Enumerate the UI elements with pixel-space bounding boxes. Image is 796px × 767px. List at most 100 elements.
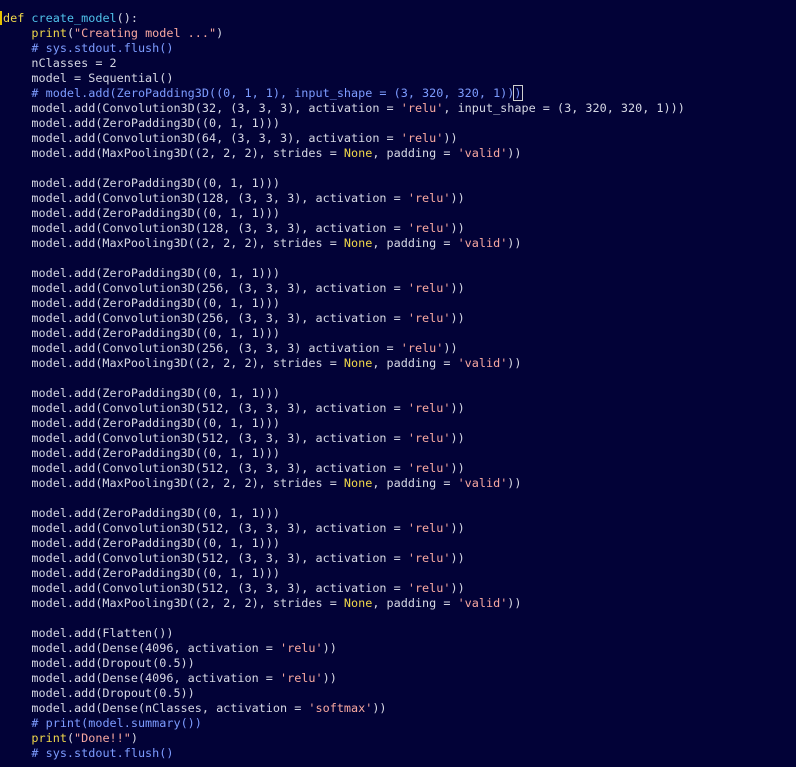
code-line[interactable]: model.add(ZeroPadding3D((0, 1, 1))) [3, 566, 685, 581]
code-token-plain: nClasses = 2 [3, 56, 117, 70]
code-token-plain: model.add(ZeroPadding3D((0, 1, 1))) [3, 386, 280, 400]
code-line[interactable]: model.add(Convolution3D(256, (3, 3, 3), … [3, 281, 685, 296]
matched-bracket: ) [513, 85, 523, 101]
code-token-plain: model.add(Convolution3D(512, (3, 3, 3), … [3, 551, 408, 565]
code-token-plain: )) [450, 461, 465, 475]
code-token-plain: ( [66, 26, 75, 40]
code-token-plain: )) [507, 356, 522, 370]
code-line[interactable]: model.add(MaxPooling3D((2, 2, 2), stride… [3, 236, 685, 251]
code-line[interactable]: def create_model(): [3, 11, 685, 26]
code-token-plain: )) [372, 701, 387, 715]
code-token-str: 'relu' [407, 191, 451, 205]
code-token-plain: model.add(MaxPooling3D((2, 2, 2), stride… [3, 236, 344, 250]
code-line[interactable]: model.add(ZeroPadding3D((0, 1, 1))) [3, 296, 685, 311]
code-line[interactable]: model.add(Dense(4096, activation = 'relu… [3, 641, 685, 656]
code-token-str: 'relu' [407, 221, 451, 235]
code-line[interactable] [3, 251, 685, 266]
code-line[interactable]: model.add(MaxPooling3D((2, 2, 2), stride… [3, 596, 685, 611]
code-token-plain: model.add(MaxPooling3D((2, 2, 2), stride… [3, 146, 344, 160]
code-line[interactable]: model.add(Dropout(0.5)) [3, 686, 685, 701]
code-token-plain: model.add(ZeroPadding3D((0, 1, 1))) [3, 446, 280, 460]
code-line[interactable]: model.add(Convolution3D(32, (3, 3, 3), a… [3, 101, 684, 116]
code-token-const: None [343, 146, 373, 160]
code-area[interactable]: def create_model(): print("Creating mode… [3, 11, 685, 761]
code-line[interactable]: model.add(ZeroPadding3D((0, 1, 1))) [3, 536, 685, 551]
code-line[interactable]: model.add(Convolution3D(512, (3, 3, 3), … [3, 431, 685, 446]
code-token-str: "Done!!" [74, 731, 131, 745]
code-line[interactable]: model.add(ZeroPadding3D((0, 1, 1))) [3, 266, 685, 281]
code-line[interactable]: model.add(Convolution3D(128, (3, 3, 3), … [3, 191, 685, 206]
code-line[interactable]: model.add(ZeroPadding3D((0, 1, 1))) [3, 326, 685, 341]
code-line[interactable]: print("Done!!") [3, 731, 685, 746]
code-line[interactable]: model.add(MaxPooling3D((2, 2, 2), stride… [3, 476, 685, 491]
code-line[interactable]: model.add(Flatten()) [3, 626, 685, 641]
code-line[interactable]: # sys.stdout.flush() [3, 41, 685, 56]
code-token-plain: ) [130, 731, 138, 745]
text-caret [521, 86, 523, 99]
code-line[interactable]: model.add(ZeroPadding3D((0, 1, 1))) [3, 206, 685, 221]
code-line[interactable]: model.add(Convolution3D(256, (3, 3, 3), … [3, 311, 685, 326]
code-line[interactable]: model.add(Dropout(0.5)) [3, 656, 685, 671]
code-editor[interactable]: def create_model(): print("Creating mode… [0, 0, 796, 767]
code-token-str: 'relu' [407, 461, 451, 475]
code-line[interactable]: model.add(Convolution3D(128, (3, 3, 3), … [3, 221, 685, 236]
code-token-kw: def [3, 11, 25, 25]
code-line[interactable] [3, 611, 685, 626]
code-line[interactable]: model.add(Convolution3D(512, (3, 3, 3), … [3, 401, 685, 416]
code-token-plain: model.add(Dense(4096, activation = [3, 671, 280, 685]
code-line[interactable]: model.add(Convolution3D(512, (3, 3, 3), … [3, 581, 685, 596]
code-line[interactable]: model.add(ZeroPadding3D((0, 1, 1))) [3, 386, 685, 401]
code-token-str: 'softmax' [308, 701, 373, 715]
code-token-plain: model.add(ZeroPadding3D((0, 1, 1))) [3, 116, 280, 130]
code-line[interactable]: model.add(Convolution3D(256, (3, 3, 3) a… [3, 341, 685, 356]
code-line[interactable]: model.add(MaxPooling3D((2, 2, 2), stride… [3, 146, 685, 161]
code-line[interactable]: model.add(Dense(nClasses, activation = '… [3, 701, 685, 716]
code-token-plain: model.add(ZeroPadding3D((0, 1, 1))) [3, 506, 280, 520]
code-line[interactable]: print("Creating model ...") [3, 26, 685, 41]
code-token-const: None [343, 596, 373, 610]
code-token-plain: )) [450, 221, 465, 235]
code-token-plain: model.add(MaxPooling3D((2, 2, 2), stride… [3, 596, 344, 610]
code-token-plain: , padding = [372, 146, 458, 160]
code-line[interactable]: model.add(ZeroPadding3D((0, 1, 1))) [3, 506, 685, 521]
code-line[interactable]: model = Sequential() [3, 71, 685, 86]
code-line[interactable]: # sys.stdout.flush() [3, 746, 685, 761]
code-line[interactable]: model.add(ZeroPadding3D((0, 1, 1))) [3, 446, 685, 461]
code-line[interactable]: model.add(ZeroPadding3D((0, 1, 1))) [3, 176, 685, 191]
code-token-plain: model.add(ZeroPadding3D((0, 1, 1))) [3, 566, 280, 580]
code-line[interactable]: model.add(MaxPooling3D((2, 2, 2), stride… [3, 356, 685, 371]
code-token-plain: model.add(Convolution3D(256, (3, 3, 3), … [3, 281, 408, 295]
code-token-plain: model.add(ZeroPadding3D((0, 1, 1))) [3, 176, 280, 190]
code-token-str: 'valid' [457, 476, 508, 490]
code-token-plain: model.add(Convolution3D(64, (3, 3, 3), a… [3, 131, 401, 145]
code-token-plain: model.add(MaxPooling3D((2, 2, 2), stride… [3, 476, 344, 490]
code-token-str: 'relu' [407, 281, 451, 295]
code-token-comment: # print(model.summary()) [31, 716, 202, 730]
code-token-plain: (): [116, 11, 138, 25]
code-line[interactable]: # print(model.summary()) [3, 716, 685, 731]
code-token-plain: model.add(Convolution3D(32, (3, 3, 3), a… [3, 101, 401, 115]
code-token-comment: # sys.stdout.flush() [31, 746, 174, 760]
code-token-str: 'relu' [280, 641, 323, 655]
code-line[interactable] [3, 491, 685, 506]
code-line[interactable]: model.add(Convolution3D(64, (3, 3, 3), a… [3, 131, 685, 146]
code-line[interactable]: model.add(ZeroPadding3D((0, 1, 1))) [3, 116, 685, 131]
code-line[interactable]: # model.add(ZeroPadding3D((0, 1, 1), inp… [3, 85, 685, 101]
code-token-plain: model.add(Flatten()) [3, 626, 174, 640]
code-line[interactable] [3, 371, 685, 386]
code-token-str: 'relu' [400, 341, 444, 355]
code-token-const: None [343, 476, 373, 490]
code-token-kw: print [31, 731, 67, 745]
code-line[interactable]: model.add(Dense(4096, activation = 'relu… [3, 671, 685, 686]
code-line[interactable]: model.add(Convolution3D(512, (3, 3, 3), … [3, 551, 685, 566]
code-token-fn: create_model [31, 11, 117, 25]
code-token-plain: , padding = [372, 356, 458, 370]
code-line[interactable]: model.add(Convolution3D(512, (3, 3, 3), … [3, 521, 685, 536]
code-line[interactable]: model.add(Convolution3D(512, (3, 3, 3), … [3, 461, 685, 476]
code-line[interactable]: nClasses = 2 [3, 56, 685, 71]
code-token-plain: model.add(ZeroPadding3D((0, 1, 1))) [3, 206, 280, 220]
code-line[interactable]: model.add(ZeroPadding3D((0, 1, 1))) [3, 416, 685, 431]
code-token-plain: )) [450, 401, 465, 415]
code-line[interactable] [3, 161, 685, 176]
